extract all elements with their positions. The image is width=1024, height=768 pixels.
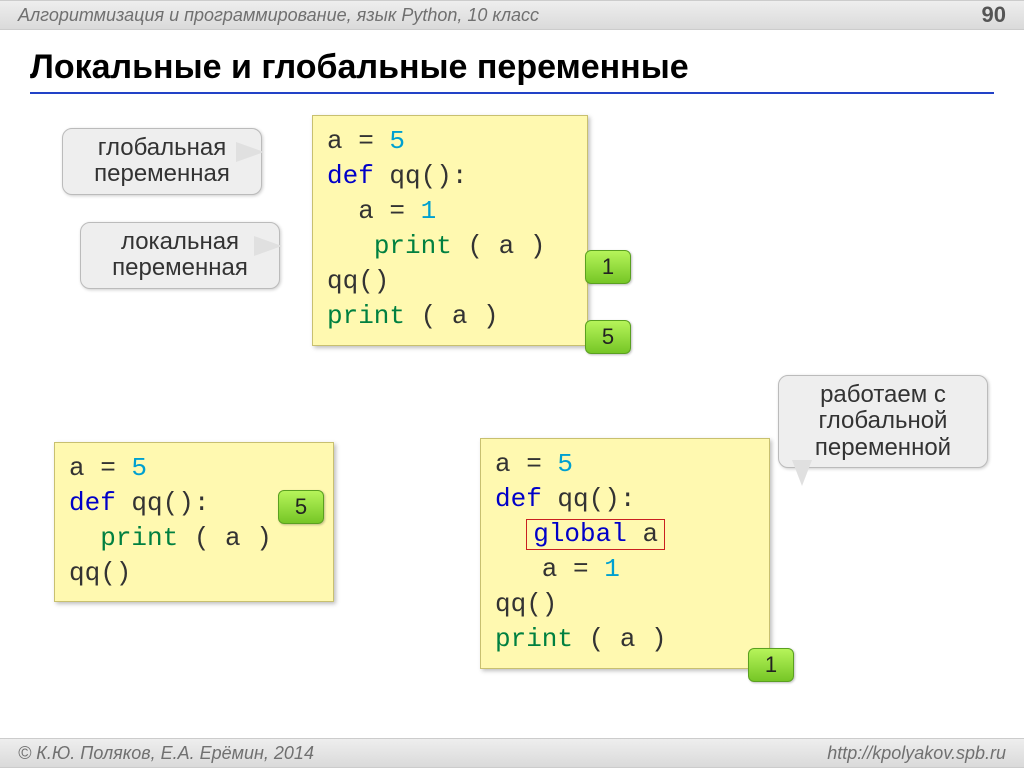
course-text: Алгоритмизация и программирование, язык …	[18, 5, 539, 26]
footer-strip: © К.Ю. Поляков, Е.А. Ерёмин, 2014 http:/…	[0, 738, 1024, 768]
header-strip: Алгоритмизация и программирование, язык …	[0, 0, 1024, 30]
callout-global-var-pointer	[236, 142, 264, 162]
callout-work-global: работаем с глобальной переменной	[778, 375, 988, 468]
callout-local-var-pointer	[254, 236, 282, 256]
result-badge-5a: 5	[585, 320, 631, 354]
code-box-1: a = 5 def qq(): a = 1 print ( a ) qq() p…	[312, 115, 588, 346]
code-box-3: a = 5 def qq(): global a a = 1 qq() prin…	[480, 438, 770, 669]
result-badge-1: 1	[585, 250, 631, 284]
result-badge-5b: 5	[278, 490, 324, 524]
footer-url: http://kpolyakov.spb.ru	[827, 743, 1006, 764]
copyright-text: © К.Ю. Поляков, Е.А. Ерёмин, 2014	[18, 743, 314, 764]
callout-work-global-pointer	[792, 460, 812, 486]
slide-title: Локальные и глобальные переменные	[30, 48, 689, 87]
page-number: 90	[982, 2, 1006, 28]
result-badge-1b: 1	[748, 648, 794, 682]
callout-local-var: локальная переменная	[80, 222, 280, 289]
title-underline	[30, 92, 994, 94]
callout-global-var: глобальная переменная	[62, 128, 262, 195]
